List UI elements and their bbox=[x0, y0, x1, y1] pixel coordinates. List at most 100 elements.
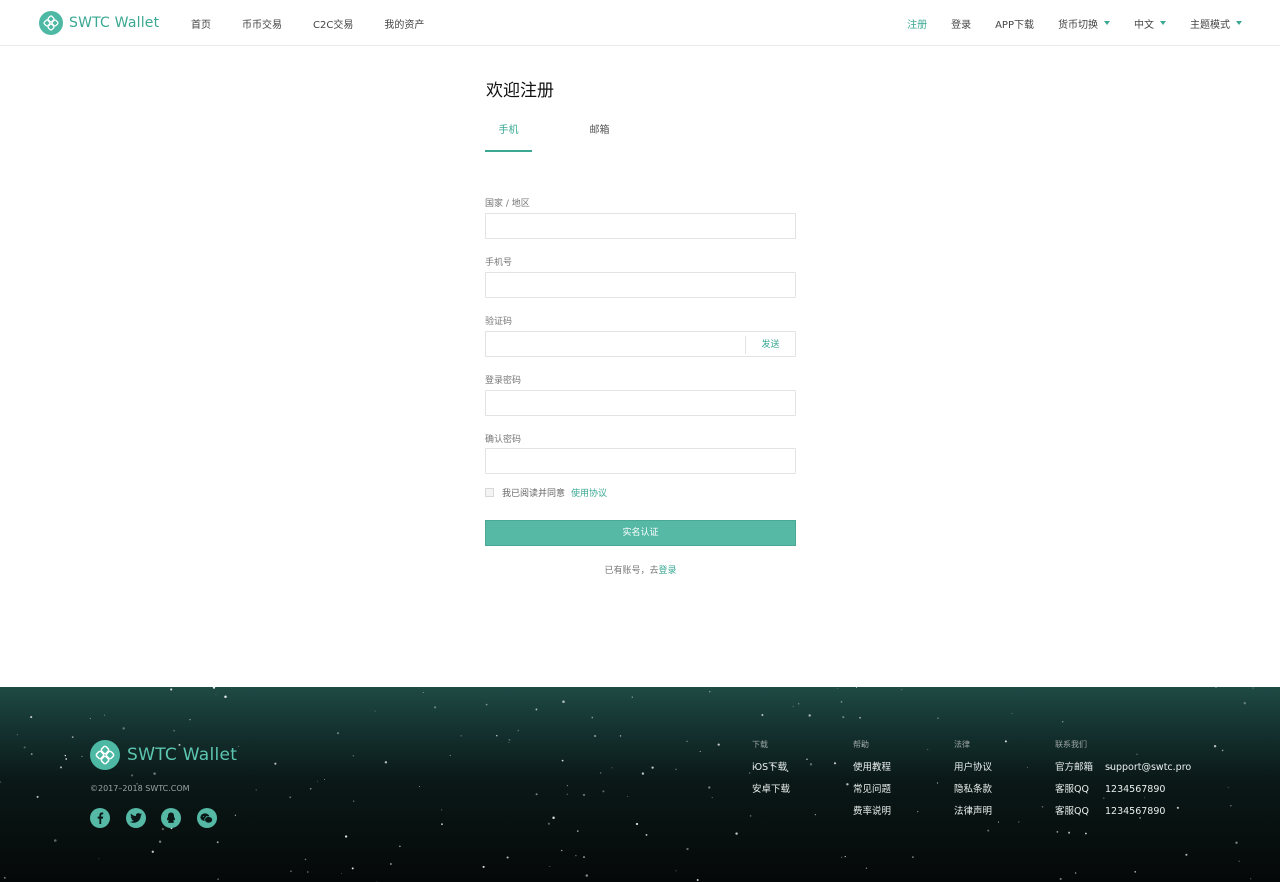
contact-label: 客服QQ bbox=[1055, 784, 1089, 795]
star-dot bbox=[842, 716, 845, 719]
star-dot bbox=[238, 745, 239, 747]
star-dot bbox=[224, 695, 227, 699]
star-dot bbox=[761, 713, 764, 717]
star-dot bbox=[582, 793, 586, 797]
star-dot bbox=[1084, 832, 1087, 835]
star-dot bbox=[1026, 766, 1028, 768]
country-field[interactable] bbox=[485, 213, 796, 239]
star-dot bbox=[1230, 805, 1232, 807]
star-dot bbox=[917, 810, 919, 813]
star-dot bbox=[324, 779, 325, 780]
login-link[interactable]: 登录 bbox=[659, 566, 677, 576]
contact-qq-value[interactable]: 1234567890 bbox=[1105, 784, 1165, 806]
contact-row-qq: 客服QQ 1234567890 bbox=[1055, 806, 1191, 828]
footer-link-ios-download[interactable]: iOS下载 bbox=[752, 762, 790, 784]
brand-logo[interactable]: SWTC Wallet bbox=[39, 11, 159, 35]
footer-link-fees[interactable]: 费率说明 bbox=[853, 806, 891, 828]
country-input[interactable] bbox=[486, 214, 795, 239]
facebook-icon[interactable] bbox=[90, 808, 110, 828]
star-dot bbox=[535, 708, 538, 711]
twitter-icon[interactable] bbox=[125, 808, 146, 828]
verification-code-field[interactable]: 发送 bbox=[485, 331, 796, 357]
terms-link[interactable]: 使用协议 bbox=[571, 486, 607, 499]
footer-link-tutorial[interactable]: 使用教程 bbox=[853, 762, 891, 784]
star-dot bbox=[833, 762, 837, 765]
nav-spot-trading[interactable]: 币币交易 bbox=[242, 16, 282, 31]
footer-col-title: 帮助 bbox=[853, 740, 869, 749]
star-dot bbox=[65, 758, 68, 760]
star-dot bbox=[158, 840, 162, 843]
star-dot bbox=[98, 858, 100, 860]
star-dot bbox=[627, 795, 629, 797]
star-dot bbox=[686, 740, 688, 743]
star-dot bbox=[1059, 877, 1062, 881]
language-dropdown[interactable]: 中文 bbox=[1134, 16, 1166, 31]
star-dot bbox=[1074, 872, 1077, 874]
chevron-down-icon bbox=[1236, 21, 1242, 25]
agreement-checkbox[interactable] bbox=[485, 488, 494, 497]
chevron-down-icon bbox=[1160, 21, 1166, 25]
nav-c2c-trading[interactable]: C2C交易 bbox=[313, 16, 353, 31]
star-dot bbox=[591, 716, 594, 719]
star-dot bbox=[686, 847, 689, 851]
star-dot bbox=[151, 850, 154, 853]
confirm-password-label: 确认密码 bbox=[485, 435, 522, 445]
star-dot bbox=[1134, 871, 1136, 873]
star-dot bbox=[340, 873, 342, 874]
star-dot bbox=[508, 738, 511, 741]
star-dot bbox=[1061, 721, 1064, 723]
star-dot bbox=[389, 863, 392, 865]
main-nav: 首页 币币交易 C2C交易 我的资产 bbox=[191, 0, 455, 46]
star-dot bbox=[1068, 831, 1071, 834]
nav-register[interactable]: 注册 bbox=[907, 16, 927, 31]
nav-login-label: 登录 bbox=[951, 19, 972, 31]
star-dot bbox=[23, 746, 26, 749]
star-dot bbox=[711, 797, 713, 799]
qq-icon[interactable] bbox=[161, 808, 181, 828]
footer-link-android-download[interactable]: 安卓下载 bbox=[752, 784, 790, 806]
star-dot bbox=[217, 878, 219, 880]
star-dot bbox=[806, 758, 808, 760]
send-code-button[interactable]: 发送 bbox=[745, 336, 795, 354]
star-dot bbox=[1221, 749, 1224, 752]
password-input[interactable] bbox=[486, 391, 795, 416]
footer-link-privacy[interactable]: 隐私条款 bbox=[954, 784, 992, 806]
confirm-password-input[interactable] bbox=[486, 449, 795, 474]
phone-field[interactable] bbox=[485, 272, 796, 298]
password-label: 登录密码 bbox=[485, 376, 522, 386]
footer-link-legal-notice[interactable]: 法律声明 bbox=[954, 806, 992, 828]
contact-email-link[interactable]: support@swtc.pro bbox=[1105, 762, 1191, 784]
star-dot bbox=[675, 768, 677, 770]
star-dot bbox=[594, 734, 597, 738]
verification-code-input[interactable] bbox=[486, 332, 746, 357]
contact-qq-value[interactable]: 1234567890 bbox=[1105, 806, 1165, 828]
swtc-logo-icon bbox=[90, 740, 120, 770]
nav-home[interactable]: 首页 bbox=[191, 16, 211, 31]
star-dot bbox=[709, 691, 711, 693]
confirm-password-field[interactable] bbox=[485, 448, 796, 474]
nav-login[interactable]: 登录 bbox=[951, 16, 971, 31]
footer-col-legal: 法律 用户协议 隐私条款 法律声明 bbox=[954, 739, 992, 828]
star-dot bbox=[304, 858, 307, 861]
footer-link-faq[interactable]: 常见问题 bbox=[853, 784, 891, 806]
star-dot bbox=[316, 780, 318, 782]
submit-button[interactable]: 实名认证 bbox=[485, 520, 796, 546]
password-field[interactable] bbox=[485, 390, 796, 416]
star-dot bbox=[560, 849, 563, 852]
currency-switch-label: 货币切换 bbox=[1058, 19, 1098, 31]
star-dot bbox=[699, 750, 701, 752]
footer-link-user-agreement[interactable]: 用户协议 bbox=[954, 762, 992, 784]
star-dot bbox=[708, 786, 711, 789]
star-dot bbox=[234, 814, 237, 816]
nav-my-assets[interactable]: 我的资产 bbox=[384, 16, 424, 31]
currency-switch-dropdown[interactable]: 货币切换 bbox=[1058, 16, 1110, 31]
star-dot bbox=[577, 830, 579, 832]
tab-email[interactable]: 邮箱 bbox=[576, 116, 623, 152]
nav-app-download[interactable]: APP下载 bbox=[995, 16, 1034, 31]
wechat-icon[interactable] bbox=[196, 808, 217, 828]
phone-input[interactable] bbox=[486, 273, 795, 298]
footer-col-help: 帮助 使用教程 常见问题 费率说明 bbox=[853, 739, 891, 828]
tab-phone[interactable]: 手机 bbox=[485, 116, 532, 152]
theme-dropdown[interactable]: 主题模式 bbox=[1190, 16, 1242, 31]
star-dot bbox=[441, 809, 443, 811]
